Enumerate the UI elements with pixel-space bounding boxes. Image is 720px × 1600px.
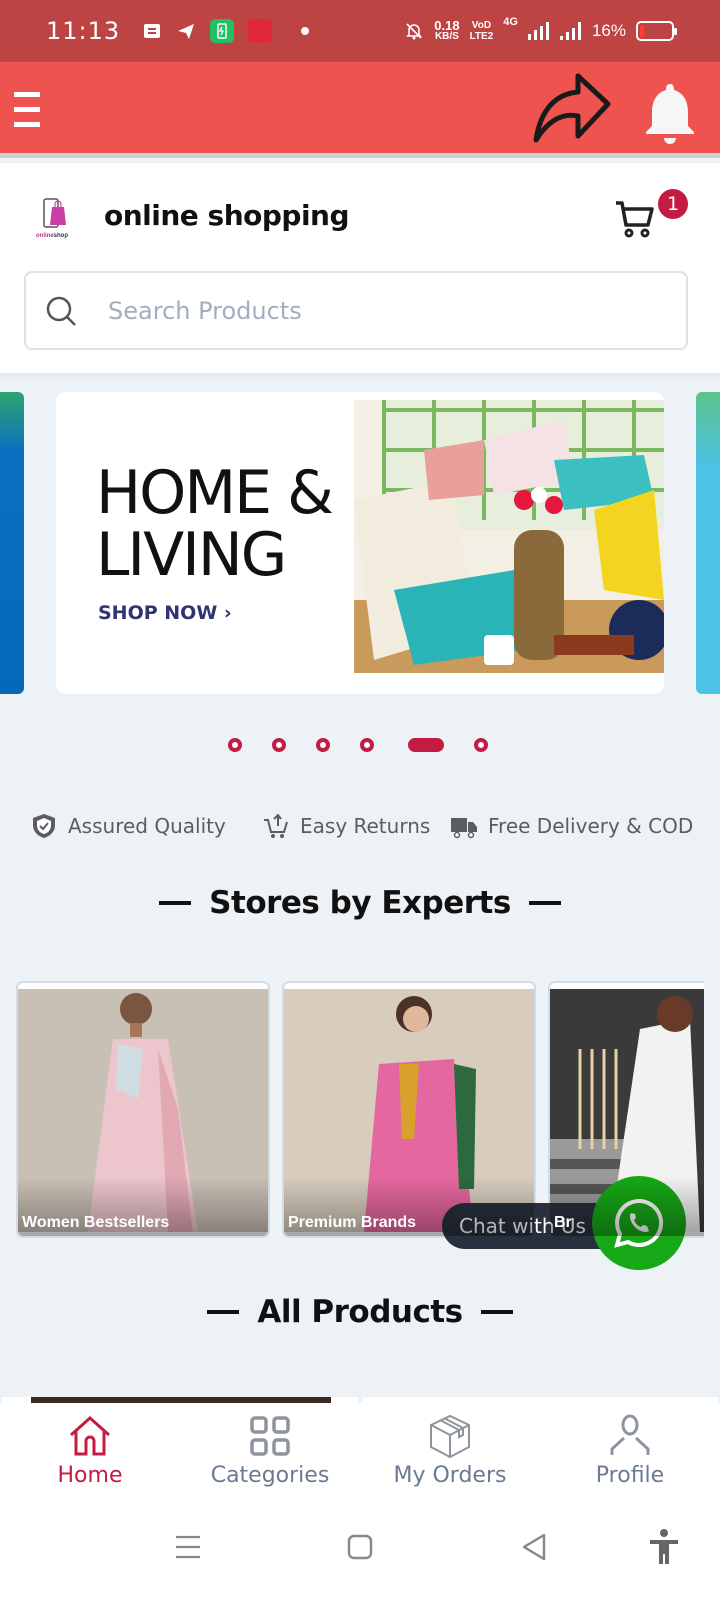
grid-icon xyxy=(250,1416,290,1456)
status-time: 11:13 xyxy=(46,17,121,45)
stores-title-text: Stores by Experts xyxy=(209,885,511,921)
title-dash-right xyxy=(528,901,561,905)
feature-assured-quality: Assured Quality xyxy=(30,812,226,840)
feature-easy-returns: Easy Returns xyxy=(262,812,430,840)
home-square-icon[interactable] xyxy=(340,1527,380,1567)
banner-title-line2: LIVING xyxy=(96,520,287,590)
network-speed: 0.18 KB/S xyxy=(434,18,460,42)
chevron-right-icon: › xyxy=(223,602,232,624)
banner-carousel[interactable]: HOME & LIVING SHOP NOW › xyxy=(0,392,720,694)
store-card-premium-brands[interactable]: Premium Brands xyxy=(282,981,536,1238)
products-section-title: All Products xyxy=(0,1294,720,1330)
signal-icon xyxy=(527,22,549,40)
search-bar[interactable] xyxy=(24,271,688,350)
carousel-dot-6[interactable] xyxy=(474,738,488,752)
status-left-icons xyxy=(142,19,310,43)
next-slide-peek[interactable] xyxy=(696,392,720,694)
cart-icon xyxy=(616,201,654,238)
carousel-dot-1[interactable] xyxy=(228,738,242,752)
previous-slide-peek[interactable] xyxy=(0,392,24,694)
logo-text: onlineshop xyxy=(36,233,68,239)
search-input[interactable] xyxy=(108,296,608,325)
nav-label: Home xyxy=(57,1463,123,1488)
store-card-label: Women Bestsellers xyxy=(22,1214,170,1231)
shield-check-icon xyxy=(33,814,55,838)
title-dash-left xyxy=(207,1310,240,1314)
battery-icon xyxy=(636,21,677,41)
carousel-dot-3[interactable] xyxy=(316,738,330,752)
feature-label: Easy Returns xyxy=(300,814,431,838)
banner-title-line1: HOME & xyxy=(96,458,334,528)
store-card-label: Br xyxy=(554,1214,572,1231)
carousel-dot-4[interactable] xyxy=(360,738,374,752)
system-navigation-bar xyxy=(0,1505,720,1600)
volte-top: VoD xyxy=(471,20,492,31)
cart-return-icon xyxy=(264,813,288,838)
carousel-dot-2[interactable] xyxy=(272,738,286,752)
store-card-label: Premium Brands xyxy=(288,1214,417,1231)
carousel-pagination xyxy=(0,738,720,758)
shop-now-label: SHOP NOW xyxy=(98,602,218,624)
bell-icon[interactable] xyxy=(640,80,700,146)
title-dash-left xyxy=(159,901,192,905)
app-bar xyxy=(0,62,720,158)
products-title-text: All Products xyxy=(257,1294,463,1330)
truck-icon xyxy=(451,818,477,839)
banner-home-living[interactable]: HOME & LIVING SHOP NOW › xyxy=(56,392,664,694)
title-dash-right xyxy=(480,1310,513,1314)
brand-name: online shopping xyxy=(104,199,350,232)
banner-image xyxy=(354,400,664,673)
feature-badges: Assured Quality Easy Returns Free Delive… xyxy=(0,812,720,852)
shop-now-link[interactable]: SHOP NOW › xyxy=(98,602,232,624)
network-type: 4G xyxy=(503,16,518,28)
feature-free-delivery: Free Delivery & COD xyxy=(450,812,693,840)
feature-label: Assured Quality xyxy=(68,814,226,838)
status-right-icons: 0.18 KB/S VoD LTE2 4G 16% xyxy=(404,16,677,42)
status-bar: 11:13 0.18 KB/S VoD LTE2 4G 16% xyxy=(0,0,720,62)
volte-indicator: VoD LTE2 xyxy=(470,20,494,42)
search-icon xyxy=(46,296,76,326)
cart-badge: 1 xyxy=(658,189,688,219)
mute-icon xyxy=(406,23,423,40)
nav-label: Profile xyxy=(595,1463,665,1488)
recents-icon[interactable] xyxy=(168,1527,208,1567)
accessibility-icon[interactable] xyxy=(644,1527,684,1567)
cart-button[interactable]: 1 xyxy=(616,189,688,245)
stores-carousel[interactable]: Women Bestsellers Premium Brands Br xyxy=(16,981,704,1238)
network-speed-value: 0.18 xyxy=(434,18,460,33)
store-card-shade xyxy=(550,1176,704,1236)
hamburger-icon[interactable] xyxy=(14,92,42,128)
network-speed-unit: KB/S xyxy=(434,31,459,42)
battery-saver-icon xyxy=(210,19,235,43)
carousel-dot-5-active[interactable] xyxy=(408,738,444,752)
bottom-navigation: Home Categories My Orders Profile xyxy=(0,1403,720,1505)
package-icon xyxy=(430,1414,470,1459)
telegram-icon xyxy=(178,24,195,39)
signal-icon-2 xyxy=(559,22,581,40)
nav-profile[interactable]: Profile xyxy=(550,1413,710,1503)
nav-my-orders[interactable]: My Orders xyxy=(370,1413,530,1503)
logo-icon: onlineshop xyxy=(36,198,68,239)
message-icon xyxy=(144,24,161,38)
notification-dot xyxy=(301,27,310,35)
store-card-women-bestsellers[interactable]: Women Bestsellers xyxy=(16,981,270,1238)
battery-percent: 16% xyxy=(591,21,626,40)
feature-label: Free Delivery & COD xyxy=(488,814,694,838)
stores-section-title: Stores by Experts xyxy=(0,885,720,921)
user-icon xyxy=(610,1414,650,1455)
banner-title: HOME & LIVING xyxy=(96,458,334,590)
share-arrow-icon[interactable] xyxy=(532,72,618,150)
logo[interactable]: onlineshop xyxy=(34,197,78,239)
nav-home[interactable]: Home xyxy=(10,1413,170,1503)
nav-categories[interactable]: Categories xyxy=(190,1413,350,1503)
nav-label: Categories xyxy=(210,1463,330,1488)
nav-label: My Orders xyxy=(393,1463,507,1488)
app-icon xyxy=(248,19,273,43)
header: onlineshop online shopping 1 xyxy=(0,163,720,373)
back-icon[interactable] xyxy=(514,1527,554,1567)
volte-bottom: LTE2 xyxy=(469,31,494,42)
store-card-bridal[interactable]: Br xyxy=(548,981,704,1238)
home-icon xyxy=(69,1415,111,1456)
